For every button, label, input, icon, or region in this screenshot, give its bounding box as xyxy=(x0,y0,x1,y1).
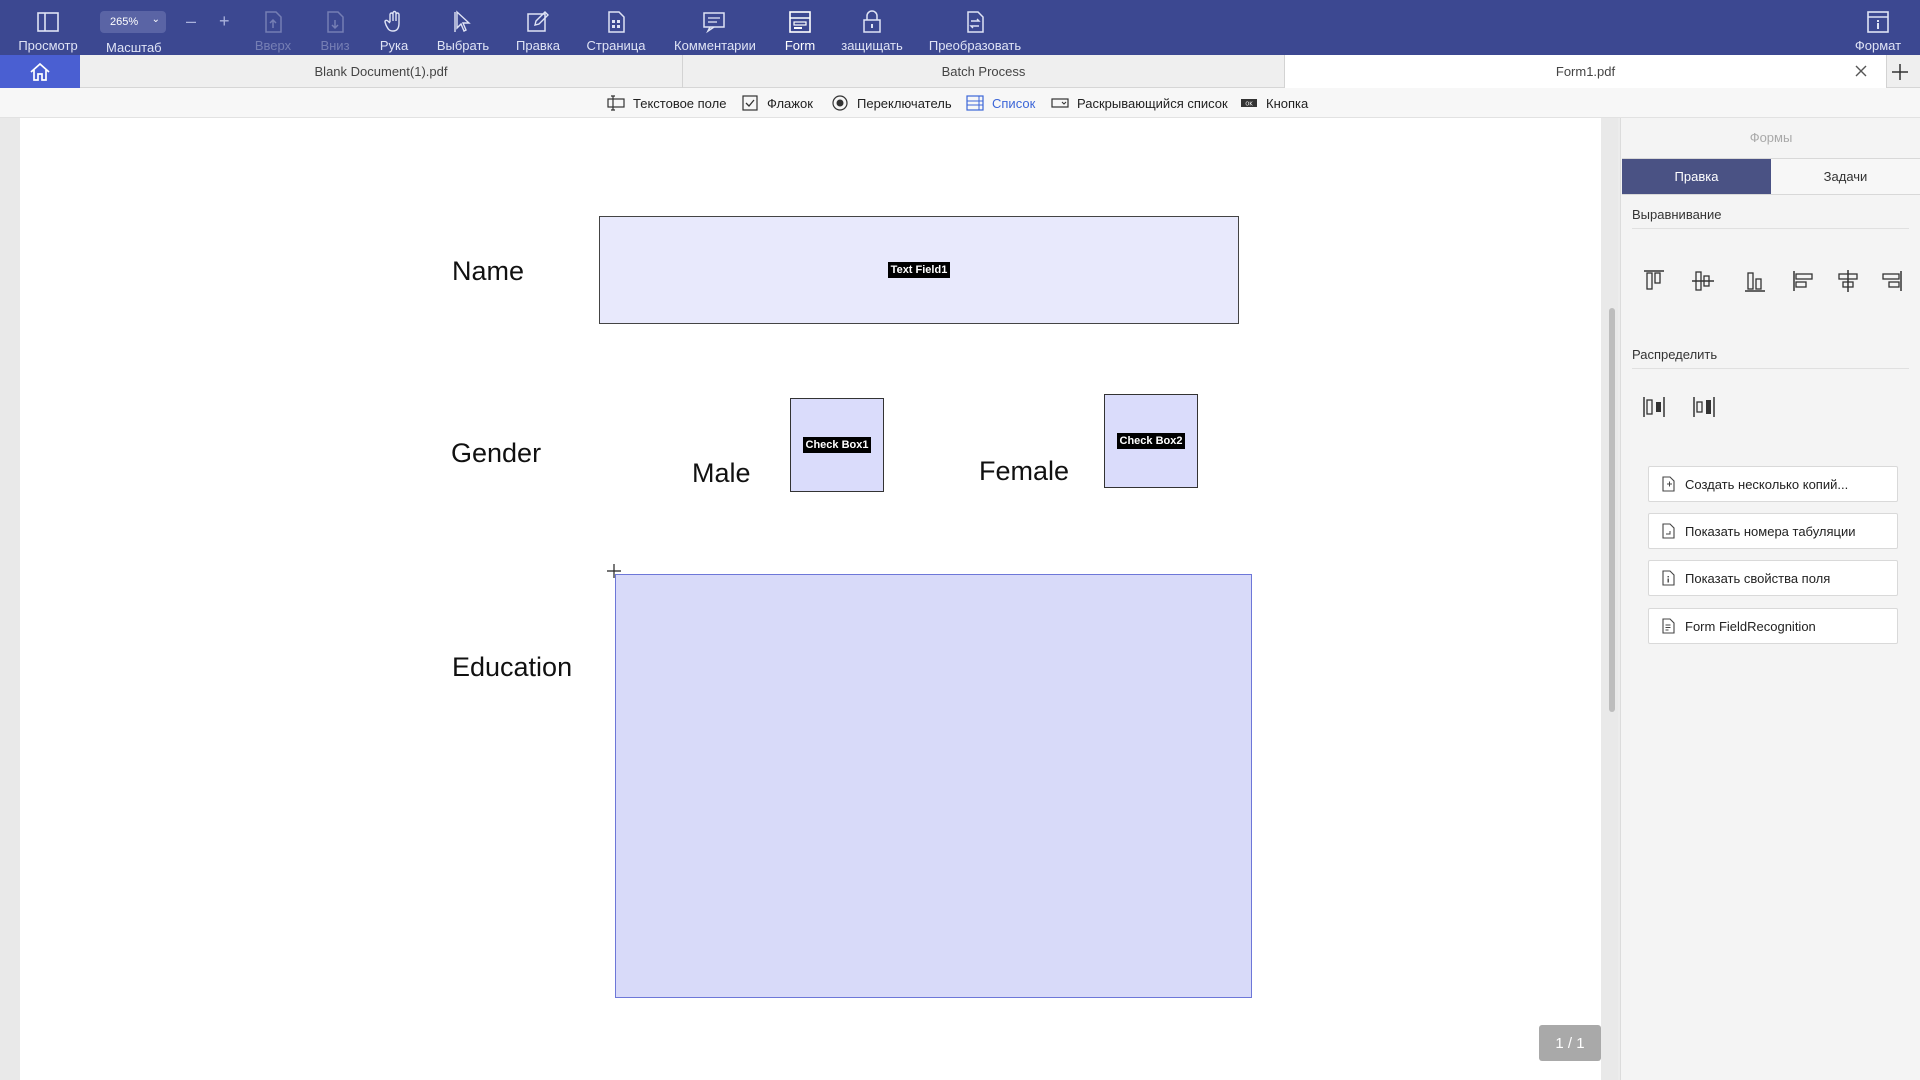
checkbox-icon xyxy=(742,95,758,111)
distribute-horizontal-icon[interactable] xyxy=(1641,394,1667,420)
divider xyxy=(1632,368,1909,369)
page-icon xyxy=(608,11,625,33)
tab-tasks[interactable]: Задачи xyxy=(1771,159,1920,194)
male-label: Male xyxy=(692,458,751,488)
tab-blank-document[interactable]: Blank Document(1).pdf xyxy=(80,55,683,88)
close-icon[interactable] xyxy=(1854,64,1868,78)
sidebar-panel-icon xyxy=(37,12,59,32)
tab-order-icon xyxy=(1662,523,1675,539)
zoom-in-button[interactable]: + xyxy=(219,12,230,30)
button-icon: OK xyxy=(1241,99,1257,108)
comments-button[interactable]: Комментарии xyxy=(670,0,760,55)
edit-button[interactable]: Правка xyxy=(512,0,564,55)
button-tool[interactable]: OK Кнопка xyxy=(1240,94,1308,112)
distribute-vertical-icon[interactable] xyxy=(1691,394,1717,420)
form-button[interactable]: Form xyxy=(780,0,820,55)
zoom-out-button[interactable]: – xyxy=(186,12,196,30)
name-label: Name xyxy=(452,256,525,286)
svg-text:OK: OK xyxy=(1245,102,1253,108)
form-field-recognition-button[interactable]: Form FieldRecognition xyxy=(1648,608,1898,644)
checkbox-male[interactable]: Check Box1 xyxy=(790,398,884,492)
view-button[interactable]: Просмотр xyxy=(14,0,82,55)
align-middle-icon[interactable] xyxy=(1690,268,1716,294)
forms-panel: Формы Правка Задачи Выравнивание Распред… xyxy=(1620,118,1920,1080)
form-tools-bar: Текстовое поле Флажок Переключатель Спис… xyxy=(0,88,1920,118)
document-canvas[interactable]: Name Text Field1 Gender Male Check Box1 … xyxy=(0,118,1618,1080)
edit-pencil-icon xyxy=(527,11,549,32)
distribute-section-title: Распределить xyxy=(1632,347,1718,362)
divider xyxy=(1632,228,1909,229)
cursor-arrow-icon xyxy=(454,10,471,32)
text-field-tool[interactable]: Текстовое поле xyxy=(607,94,726,112)
text-field-tag: Text Field1 xyxy=(887,262,951,278)
lock-icon xyxy=(863,10,881,33)
text-field-icon xyxy=(607,95,625,111)
main-toolbar: Просмотр 265% ⌄ Масштаб – + Вверх Вниз Р… xyxy=(0,0,1920,55)
vertical-scrollbar[interactable] xyxy=(1609,308,1615,712)
zoom-select[interactable]: 265% ⌄ xyxy=(100,11,166,33)
home-tab[interactable] xyxy=(0,55,80,88)
gender-label: Gender xyxy=(451,438,542,468)
select-tool-button[interactable]: Выбрать xyxy=(436,0,490,55)
education-label: Education xyxy=(452,652,573,682)
document-tabs: Blank Document(1).pdf Batch Process Form… xyxy=(0,55,1920,88)
crosshair-cursor-icon xyxy=(607,564,621,578)
hand-icon xyxy=(384,10,400,32)
panel-tabs: Правка Задачи xyxy=(1622,158,1920,195)
checkbox-tool[interactable]: Флажок xyxy=(741,94,813,112)
zoom-label: Масштаб xyxy=(106,40,162,55)
checkbox-male-tag: Check Box1 xyxy=(802,437,872,453)
format-button[interactable]: Формат xyxy=(1852,0,1904,55)
tab-form1[interactable]: Form1.pdf xyxy=(1285,55,1887,88)
dropdown-tool[interactable]: Раскрывающийся список xyxy=(1051,94,1228,112)
convert-icon xyxy=(967,11,984,33)
list-box-tool[interactable]: Список xyxy=(966,94,1035,112)
page-up-icon xyxy=(265,11,282,33)
checkbox-female-tag: Check Box2 xyxy=(1116,433,1186,449)
checkbox-female[interactable]: Check Box2 xyxy=(1104,394,1198,488)
female-label: Female xyxy=(979,456,1070,486)
text-field-name[interactable]: Text Field1 xyxy=(599,216,1239,324)
field-recognition-icon xyxy=(1662,618,1675,634)
align-section-title: Выравнивание xyxy=(1632,207,1722,222)
protect-button[interactable]: защищать xyxy=(838,0,906,55)
convert-button[interactable]: Преобразовать xyxy=(928,0,1022,55)
tab-batch-process[interactable]: Batch Process xyxy=(683,55,1285,88)
chevron-down-icon: ⌄ xyxy=(151,14,160,25)
pdf-page[interactable]: Name Text Field1 Gender Male Check Box1 … xyxy=(20,118,1601,1080)
field-properties-icon xyxy=(1662,570,1675,586)
radio-button-tool[interactable]: Переключатель xyxy=(831,94,952,112)
list-box-icon xyxy=(966,95,984,111)
align-bottom-icon[interactable] xyxy=(1742,268,1768,294)
radio-icon xyxy=(832,95,848,111)
show-field-properties-button[interactable]: Показать свойства поля xyxy=(1648,560,1898,596)
add-tab-icon[interactable] xyxy=(1888,60,1912,84)
format-info-icon xyxy=(1867,11,1889,33)
align-center-icon[interactable] xyxy=(1835,268,1861,294)
page-down-button[interactable]: Вниз xyxy=(312,0,358,55)
hand-tool-button[interactable]: Рука xyxy=(376,0,412,55)
copy-document-icon xyxy=(1662,476,1675,492)
align-left-icon[interactable] xyxy=(1791,268,1817,294)
page-down-icon xyxy=(327,11,344,33)
list-box-education[interactable] xyxy=(615,574,1252,998)
home-icon xyxy=(30,62,50,81)
dropdown-icon xyxy=(1051,98,1069,108)
page-up-button[interactable]: Вверх xyxy=(250,0,296,55)
page-button[interactable]: Страница xyxy=(586,0,646,55)
comment-icon xyxy=(703,12,725,34)
form-icon xyxy=(789,11,811,33)
create-multiple-copies-button[interactable]: Создать несколько копий... xyxy=(1648,466,1898,502)
show-tab-numbers-button[interactable]: Показать номера табуляции xyxy=(1648,513,1898,549)
align-top-icon[interactable] xyxy=(1641,268,1667,294)
page-indicator: 1 / 1 xyxy=(1539,1025,1601,1061)
panel-title: Формы xyxy=(1749,130,1793,145)
tab-edit[interactable]: Правка xyxy=(1622,159,1771,194)
align-right-icon[interactable] xyxy=(1878,268,1904,294)
